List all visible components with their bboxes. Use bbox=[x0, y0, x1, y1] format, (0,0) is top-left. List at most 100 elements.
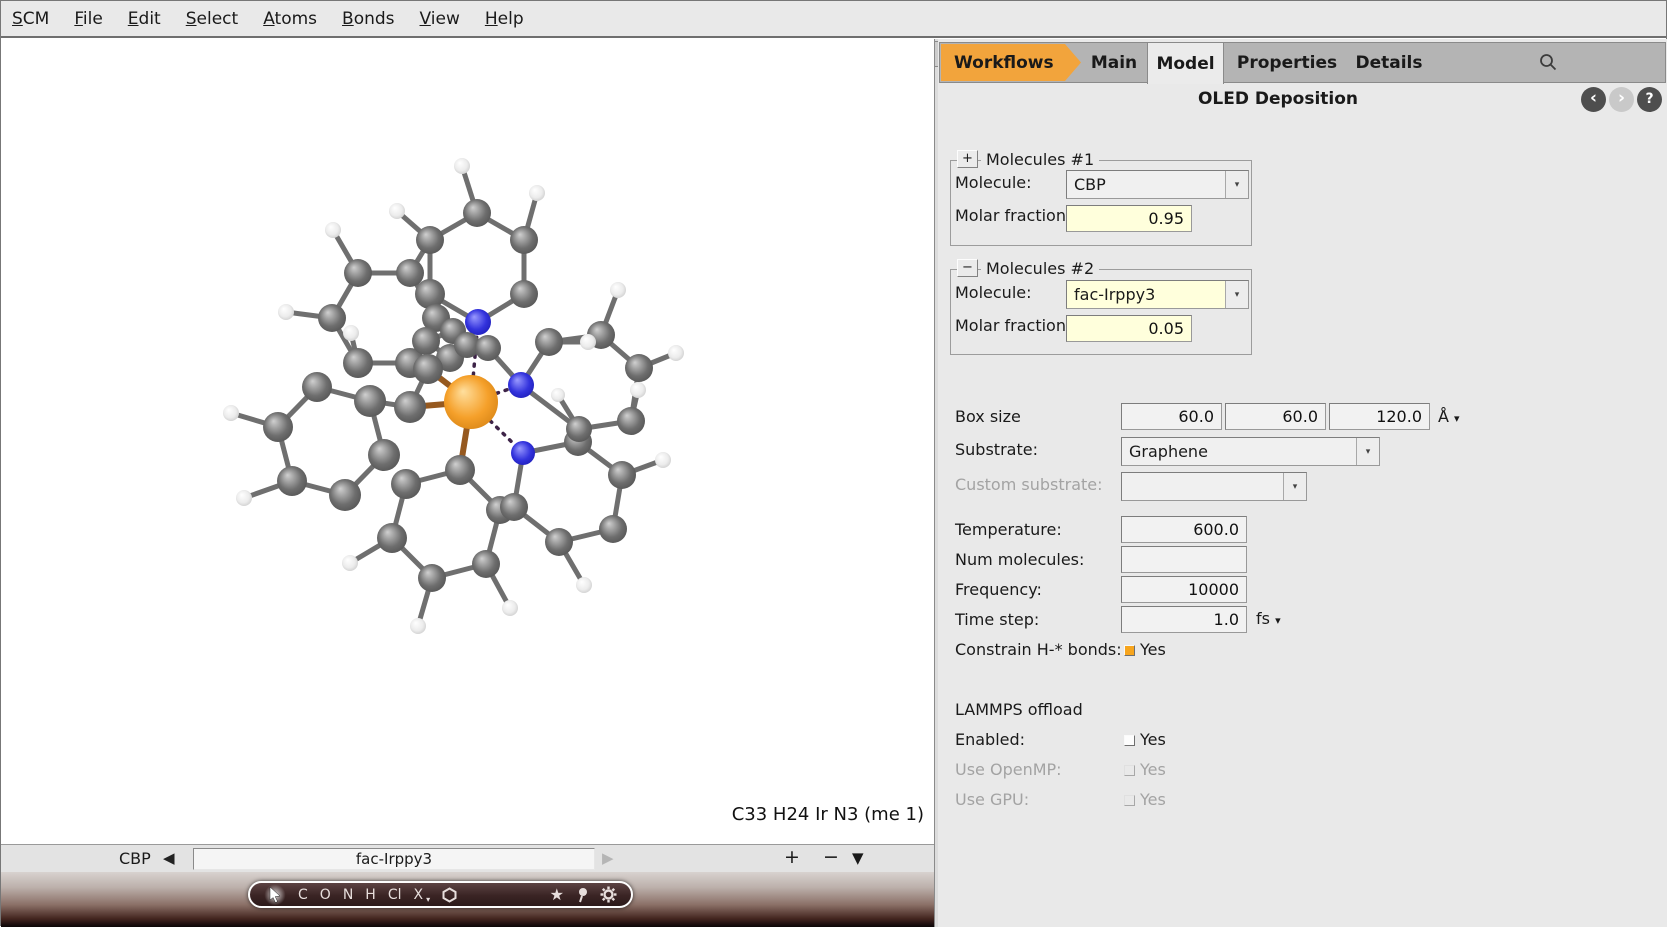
time-step-input[interactable] bbox=[1121, 606, 1247, 633]
box-size-z-input[interactable] bbox=[1329, 403, 1430, 430]
molecule-2-dropdown-icon[interactable]: ▾ bbox=[1225, 281, 1248, 308]
next-molecule-icon[interactable]: ▶ bbox=[602, 849, 614, 867]
remove-molecule-button[interactable]: − bbox=[823, 846, 839, 868]
molecules-2-group-title: Molecules #2 bbox=[981, 259, 1099, 278]
menu-select[interactable]: Select bbox=[175, 9, 252, 29]
molecule-2-value: fac-Irppy3 bbox=[1067, 285, 1225, 304]
add-molecule-button[interactable]: + bbox=[784, 846, 800, 868]
unit-dropdown-icon: ▾ bbox=[1275, 614, 1281, 627]
use-openmp-yes-label: Yes bbox=[1140, 760, 1166, 779]
substrate-label: Substrate: bbox=[955, 440, 1038, 460]
molar-fraction-2-input[interactable] bbox=[1066, 315, 1192, 342]
element-h-button[interactable]: H bbox=[365, 888, 376, 902]
select-tool-button[interactable] bbox=[264, 884, 286, 906]
molecule-formula: C33 H24 Ir N3 (me 1) bbox=[732, 804, 924, 825]
molecule-2-label: Molecule: bbox=[955, 283, 1032, 303]
lammps-enabled-label: Enabled: bbox=[955, 730, 1025, 750]
num-molecules-input[interactable] bbox=[1121, 546, 1247, 573]
substrate-dropdown-icon[interactable]: ▾ bbox=[1356, 438, 1379, 465]
num-molecules-label: Num molecules: bbox=[955, 550, 1084, 570]
substrate-select[interactable]: Graphene ▾ bbox=[1121, 437, 1380, 466]
menu-scm[interactable]: SCM bbox=[1, 9, 63, 29]
temperature-label: Temperature: bbox=[955, 520, 1062, 540]
molecule-2-select[interactable]: fac-Irppy3 ▾ bbox=[1066, 280, 1249, 309]
add-molecules-block-button[interactable]: + bbox=[957, 150, 978, 168]
box-size-unit-select[interactable]: Å ▾ bbox=[1438, 407, 1460, 426]
custom-substrate-dropdown-icon[interactable]: ▾ bbox=[1283, 473, 1306, 500]
menu-atoms[interactable]: Atoms bbox=[252, 9, 331, 29]
molecule-menu-button[interactable]: ▼ bbox=[852, 849, 864, 867]
molecule-1-value: CBP bbox=[1067, 175, 1225, 194]
menu-bar: SCM File Edit Select Atoms Bonds View He… bbox=[1, 1, 1666, 38]
constrain-bonds-checkbox[interactable] bbox=[1124, 645, 1135, 656]
tab-model[interactable]: Model bbox=[1147, 43, 1224, 84]
molar-fraction-1-input[interactable] bbox=[1066, 205, 1192, 232]
lammps-enabled-checkbox[interactable] bbox=[1124, 735, 1135, 746]
box-size-y-input[interactable] bbox=[1225, 403, 1326, 430]
custom-substrate-label: Custom substrate: bbox=[955, 475, 1103, 495]
temperature-input[interactable] bbox=[1121, 516, 1247, 543]
time-step-label: Time step: bbox=[955, 610, 1039, 630]
menu-view[interactable]: View bbox=[409, 9, 474, 29]
frequency-label: Frequency: bbox=[955, 580, 1042, 600]
favorites-star-icon[interactable]: ★ bbox=[550, 887, 564, 903]
element-o-button[interactable]: O bbox=[320, 888, 331, 902]
menu-file[interactable]: File bbox=[63, 9, 116, 29]
custom-substrate-select[interactable]: ▾ bbox=[1121, 472, 1307, 501]
page-title: OLED Deposition bbox=[978, 89, 1578, 109]
box-size-x-input[interactable] bbox=[1121, 403, 1222, 430]
use-openmp-checkbox[interactable] bbox=[1124, 765, 1135, 776]
molecule-nav-bar: CBP ◀ fac-Irppy3 ▶ + − ▼ bbox=[1, 844, 934, 872]
molar-fraction-2-label: Molar fraction: bbox=[955, 316, 1071, 336]
toolbar-gradient-zone: C O N H Cl X ▾ ★ bbox=[1, 872, 934, 927]
history-forward-button[interactable]: › bbox=[1609, 87, 1634, 112]
tab-details[interactable]: Details bbox=[1349, 44, 1429, 81]
substrate-value: Graphene bbox=[1122, 442, 1356, 461]
unit-dropdown-icon: ▾ bbox=[1454, 412, 1460, 425]
element-x-dropdown-icon[interactable]: ▾ bbox=[426, 895, 430, 904]
use-gpu-label: Use GPU: bbox=[955, 790, 1029, 810]
menu-bonds[interactable]: Bonds bbox=[331, 9, 409, 29]
remove-molecules-block-button[interactable]: − bbox=[957, 259, 978, 277]
lammps-enabled-yes-label: Yes bbox=[1140, 730, 1166, 749]
tab-main[interactable]: Main bbox=[1081, 44, 1147, 81]
molecule-1-label: Molecule: bbox=[955, 173, 1032, 193]
tab-workflows[interactable]: Workflows bbox=[941, 44, 1081, 81]
lammps-offload-header: LAMMPS offload bbox=[955, 700, 1083, 719]
input-panel: Workflows Main Model Properties Details … bbox=[938, 39, 1667, 927]
use-gpu-checkbox[interactable] bbox=[1124, 795, 1135, 806]
time-step-unit-select[interactable]: fs ▾ bbox=[1256, 609, 1281, 628]
use-gpu-yes-label: Yes bbox=[1140, 790, 1166, 809]
molecules-1-group-title: Molecules #1 bbox=[981, 150, 1099, 169]
use-openmp-label: Use OpenMP: bbox=[955, 760, 1062, 780]
element-x-button[interactable]: X bbox=[414, 888, 424, 902]
constrain-bonds-yes-label: Yes bbox=[1140, 640, 1166, 659]
menu-edit[interactable]: Edit bbox=[117, 9, 175, 29]
tab-properties[interactable]: Properties bbox=[1228, 44, 1346, 81]
box-size-label: Box size bbox=[955, 407, 1021, 427]
element-n-button[interactable]: N bbox=[343, 888, 353, 902]
first-molecule-label: CBP bbox=[119, 849, 151, 868]
tab-bar: Workflows Main Model Properties Details bbox=[939, 42, 1666, 83]
pointer-pin-icon[interactable] bbox=[576, 887, 588, 903]
search-icon[interactable] bbox=[1538, 52, 1558, 72]
molecule-1-dropdown-icon[interactable]: ▾ bbox=[1225, 171, 1248, 198]
frequency-input[interactable] bbox=[1121, 576, 1247, 603]
molecule-viewer[interactable]: C33 H24 Ir N3 (me 1) bbox=[1, 39, 934, 844]
element-c-button[interactable]: C bbox=[298, 888, 308, 902]
molar-fraction-1-label: Molar fraction: bbox=[955, 206, 1071, 226]
molecule-1-select[interactable]: CBP ▾ bbox=[1066, 170, 1249, 199]
molecule-3d-model[interactable] bbox=[1, 39, 934, 844]
cursor-icon bbox=[269, 887, 281, 903]
settings-gear-icon[interactable] bbox=[600, 886, 617, 903]
element-cl-button[interactable]: Cl bbox=[388, 888, 402, 902]
help-button[interactable]: ? bbox=[1637, 87, 1662, 112]
history-back-button[interactable]: ‹ bbox=[1581, 87, 1606, 112]
element-toolbar: C O N H Cl X ▾ ★ bbox=[248, 881, 633, 908]
menu-help[interactable]: Help bbox=[474, 9, 538, 29]
constrain-bonds-label: Constrain H-* bonds: bbox=[955, 640, 1122, 660]
current-molecule-field[interactable]: fac-Irppy3 bbox=[193, 848, 595, 870]
ams-input-window: { "menu": {"items": [ {"key":"S","rest":… bbox=[0, 0, 1667, 926]
ring-tool-icon[interactable] bbox=[442, 887, 457, 903]
prev-molecule-icon[interactable]: ◀ bbox=[163, 849, 175, 867]
